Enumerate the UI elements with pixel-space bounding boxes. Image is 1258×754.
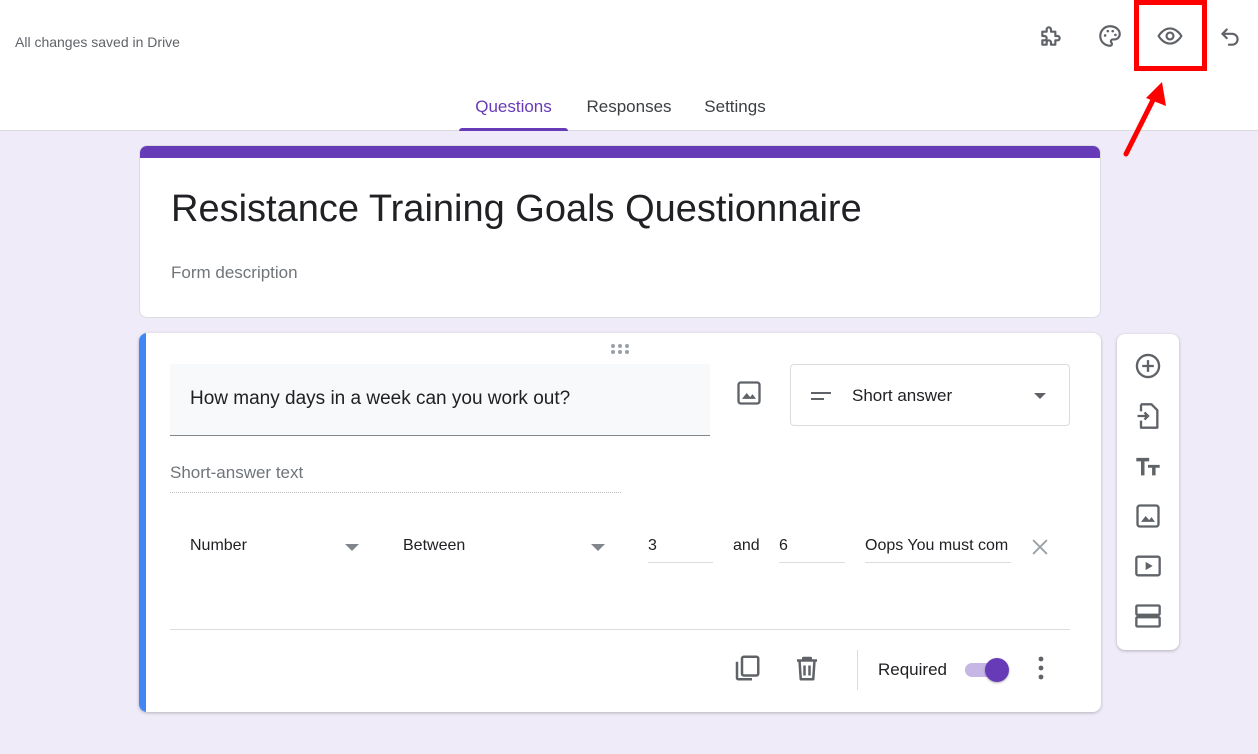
- form-title[interactable]: Resistance Training Goals Questionnaire: [171, 188, 862, 231]
- footer-divider: [170, 629, 1070, 630]
- undo-icon[interactable]: [1214, 20, 1246, 52]
- add-title-icon: [1136, 457, 1160, 476]
- tab-settings-label: Settings: [704, 97, 766, 116]
- validation-kind-label: Number: [190, 537, 247, 554]
- annotation-arrow-icon: [1123, 82, 1166, 157]
- short-answer-placeholder: Short-answer text: [170, 463, 621, 493]
- chevron-down-icon: [345, 544, 359, 551]
- add-question-button[interactable]: [1133, 351, 1163, 381]
- question-card[interactable]: How many days in a week can you work out…: [139, 333, 1101, 712]
- save-status: All changes saved in Drive: [15, 34, 180, 50]
- response-validation-row: Number Between 3 and 6 Oops You must com: [139, 523, 1101, 563]
- validation-condition-label: Between: [403, 537, 466, 554]
- add-ons-icon[interactable]: [1035, 20, 1067, 52]
- more-options-icon[interactable]: [1029, 653, 1053, 683]
- add-section-icon: [1135, 604, 1161, 628]
- validation-kind-select[interactable]: Number: [190, 523, 360, 563]
- import-questions-button[interactable]: [1133, 401, 1163, 431]
- title-card-accent-bar: [140, 146, 1100, 158]
- add-video-button[interactable]: [1133, 551, 1163, 581]
- toggle-thumb: [985, 658, 1009, 682]
- preview-highlight-box: [1134, 0, 1207, 71]
- close-icon[interactable]: [1029, 536, 1051, 558]
- tab-questions[interactable]: Questions: [459, 88, 568, 131]
- required-toggle[interactable]: [963, 655, 1011, 685]
- question-title-input[interactable]: How many days in a week can you work out…: [170, 364, 710, 436]
- tab-responses[interactable]: Responses: [578, 88, 680, 131]
- validation-max-input[interactable]: 6: [779, 523, 845, 563]
- add-title-button[interactable]: [1133, 451, 1163, 481]
- tab-questions-label: Questions: [475, 97, 552, 116]
- short-answer-icon: [811, 392, 831, 400]
- validation-min-input[interactable]: 3: [648, 523, 713, 563]
- question-type-dropdown[interactable]: Short answer: [790, 364, 1070, 426]
- top-header: All changes saved in Drive Questions Res…: [0, 0, 1258, 131]
- add-image-icon[interactable]: [735, 379, 763, 407]
- drag-handle-icon[interactable]: [610, 343, 630, 355]
- tab-settings[interactable]: Settings: [692, 88, 778, 131]
- delete-icon[interactable]: [792, 653, 822, 683]
- side-toolbar: [1117, 334, 1179, 650]
- tab-bar: Questions Responses Settings: [0, 88, 1258, 131]
- validation-error-text-input[interactable]: Oops You must com: [865, 523, 1011, 563]
- validation-condition-select[interactable]: Between: [403, 523, 608, 563]
- duplicate-icon[interactable]: [732, 653, 762, 683]
- chevron-down-icon: [1034, 393, 1046, 399]
- chevron-down-icon: [591, 544, 605, 551]
- question-type-label: Short answer: [852, 386, 953, 405]
- form-title-card[interactable]: Resistance Training Goals Questionnaire …: [139, 145, 1101, 318]
- required-label: Required: [878, 660, 947, 679]
- add-question-icon: [1135, 353, 1161, 379]
- add-video-icon: [1135, 555, 1161, 577]
- add-section-button[interactable]: [1133, 601, 1163, 631]
- footer-vertical-divider: [857, 650, 858, 690]
- and-label: and: [733, 537, 760, 554]
- tab-responses-label: Responses: [586, 97, 672, 116]
- import-questions-icon: [1137, 403, 1159, 429]
- add-image-button[interactable]: [1133, 501, 1163, 531]
- add-image-icon: [1136, 504, 1160, 528]
- active-tab-indicator: [459, 128, 568, 131]
- palette-icon[interactable]: [1094, 20, 1126, 52]
- form-description-field[interactable]: Form description: [171, 263, 298, 283]
